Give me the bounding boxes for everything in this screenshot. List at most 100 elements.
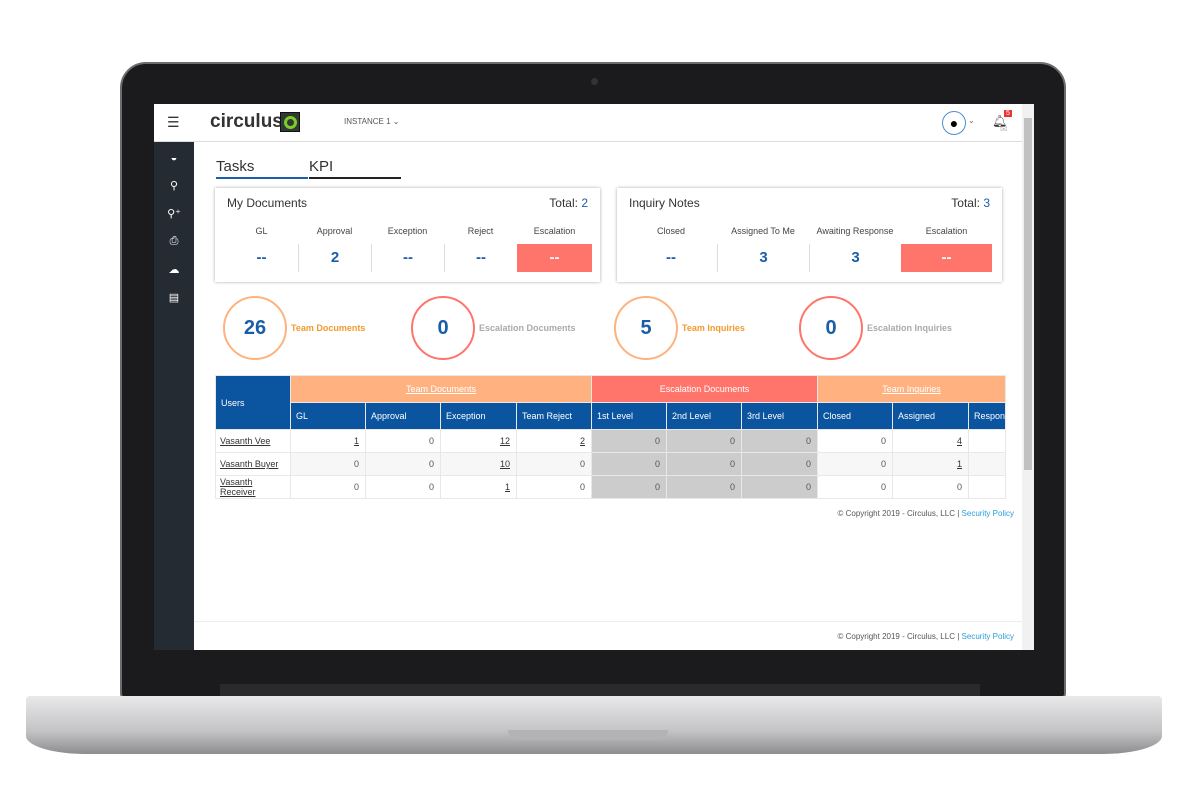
table-cell[interactable]: 2 [516,429,592,453]
laptop-notch [508,730,668,740]
divider [194,621,1022,622]
top-header: ☰ circulus INSTANCE 1 ⌄ ● ⌄ 🔔︎ 5 ✉ [154,104,1022,142]
my-documents-cell[interactable]: Approval 2 [298,226,371,272]
team-documents-group[interactable]: Team Documents [290,375,592,403]
chevron-down-icon[interactable]: ⌄ [968,116,975,125]
escalation-inquiries-count[interactable]: 0 [799,296,863,360]
table-cell[interactable]: 1 [892,452,969,476]
table-cell[interactable]: 1 [440,475,517,499]
cell-label: Exception [387,226,428,236]
card-total: Total: 3 [951,196,990,210]
table-cell: 0 [290,452,366,476]
cell-label: Closed [656,226,685,236]
dashboard-icon[interactable]: ◒ [154,152,194,164]
table-cell: 0 [741,452,818,476]
table-row: Vasanth Vee 1 0 12 2 0 0 0 0 4 [215,429,1007,453]
logo-mark-icon [280,112,300,132]
table-cell: 0 [666,475,742,499]
table-cell[interactable]: 4 [892,429,969,453]
inquiry-notes-cell[interactable]: Awaiting Response 3 [809,226,901,272]
column-header[interactable]: Closed [817,402,893,430]
inquiry-notes-card: Inquiry Notes Total: 3 Closed -- Assigned … [617,188,1002,282]
escalation-documents-label: Escalation Documents [479,323,576,333]
mail-icon[interactable]: ✉ [1000,124,1008,135]
escalation-documents-group: Escalation Documents [591,375,818,403]
advanced-search-icon[interactable]: ⚲⁺ [154,207,194,220]
laptop-base [26,696,1162,754]
my-documents-cell[interactable]: Escalation -- [517,226,592,272]
cell-value: 2 [298,244,371,272]
tab-kpi[interactable]: KPI [309,158,401,179]
security-policy-link[interactable]: Security Policy [962,509,1014,518]
team-inquiries-label: Team Inquiries [682,323,745,333]
escalation-inquiries-label: Escalation Inquiries [867,323,953,333]
team-inquiries-group[interactable]: Team Inquiries [816,375,1007,403]
user-link[interactable]: Vasanth Receiver [215,475,291,499]
menu-icon[interactable]: ☰ [167,114,180,131]
table-cell: 0 [741,429,818,453]
users-header: Users [215,375,291,430]
cell-value: -- [666,249,676,266]
column-header[interactable]: Respon [967,402,1007,430]
user-avatar[interactable]: ● [942,111,966,135]
user-link[interactable]: Vasanth Vee [215,429,291,453]
cell-label: GL [255,226,268,236]
team-inquiries-count[interactable]: 5 [614,296,678,360]
table-cell: 0 [365,475,441,499]
table-cell: 0 [591,429,667,453]
table-cell: 0 [666,429,742,453]
search-icon[interactable]: ⚲ [154,179,194,192]
table-cell[interactable]: 1 [290,429,366,453]
page-scrollbar[interactable] [1022,104,1034,650]
column-header[interactable]: Exception [440,402,517,430]
cell-value: -- [256,249,267,266]
column-header[interactable]: 1st Level [591,402,667,430]
document-icon[interactable]: ▤ [154,291,194,304]
table-cell: 0 [591,475,667,499]
table-cell: 0 [290,475,366,499]
cell-label: Escalation [925,226,968,236]
cell-label: Reject [467,226,494,236]
sidebar: ◒ ⚲ ⚲⁺ ⎙ ☁ ▤ [154,142,194,650]
my-documents-cell[interactable]: GL -- [225,226,298,272]
table-cell: 0 [591,452,667,476]
footer-bottom: © Copyright 2019 - Circulus, LLC | Secur… [837,632,1014,641]
user-link[interactable]: Vasanth Buyer [215,452,291,476]
column-header[interactable]: Assigned [892,402,969,430]
instance-dropdown[interactable]: INSTANCE 1 ⌄ [344,117,399,126]
inquiry-notes-cell[interactable]: Escalation -- [901,226,992,272]
my-documents-cell[interactable]: Reject -- [444,226,517,272]
my-documents-cell[interactable]: Exception -- [371,226,444,272]
table-row: Vasanth Buyer 0 0 10 0 0 0 0 0 1 [215,452,1007,476]
column-header[interactable]: 3rd Level [741,402,818,430]
card-title: Inquiry Notes [629,196,700,210]
table-cell: 0 [817,452,893,476]
table-cell [967,429,1007,453]
escalation-documents-count[interactable]: 0 [411,296,475,360]
column-header[interactable]: GL [290,402,366,430]
table-cell [967,452,1007,476]
card-title: My Documents [227,196,308,210]
team-documents-count[interactable]: 26 [223,296,287,360]
print-icon[interactable]: ⎙ [154,235,194,248]
scrollbar-thumb[interactable] [1024,118,1032,470]
inquiry-notes-cell[interactable]: Closed -- [625,226,717,272]
app-screen: ☰ circulus INSTANCE 1 ⌄ ● ⌄ 🔔︎ 5 ✉ ◒ ⚲ ⚲… [154,104,1034,650]
team-documents-label: Team Documents [291,323,366,333]
table-cell[interactable]: 12 [440,429,517,453]
column-header[interactable]: Team Reject [516,402,592,430]
table-cell: 0 [666,452,742,476]
cell-label: Escalation [533,226,576,236]
tab-tasks[interactable]: Tasks [216,158,308,179]
inquiry-notes-cell[interactable]: Assigned To Me 3 [717,226,809,272]
my-documents-card: My Documents Total: 2 GL -- Approval 2 Excep… [215,188,600,282]
cell-value: -- [444,244,517,272]
upload-icon[interactable]: ☁ [154,263,194,276]
table-cell: 0 [516,475,592,499]
cell-label: Approval [316,226,353,236]
table-cell[interactable]: 10 [440,452,517,476]
security-policy-link[interactable]: Security Policy [962,632,1014,641]
cell-label: Awaiting Response [816,226,894,236]
column-header[interactable]: Approval [365,402,441,430]
column-header[interactable]: 2nd Level [666,402,742,430]
